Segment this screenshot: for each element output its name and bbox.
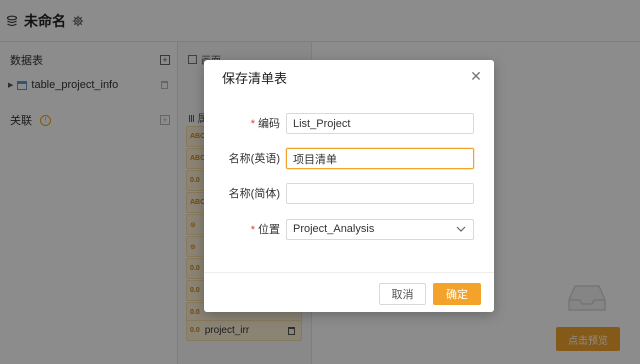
location-row: * 位置 Project_Analysis [204, 219, 494, 241]
save-list-dialog: 保存清单表 ✕ *编码 名称(英语) 名称(简体) *位置 Project_An… [204, 60, 494, 312]
required-mark: * [250, 118, 255, 130]
code-label-text: 编码 [258, 118, 280, 130]
name-en-input[interactable] [286, 148, 474, 169]
code-row: * 编码 [204, 113, 494, 135]
confirm-button[interactable]: 确定 [433, 283, 481, 305]
name-zh-input[interactable] [286, 183, 474, 204]
code-input[interactable] [286, 113, 474, 134]
dialog-footer: 取消 确定 [204, 272, 494, 312]
location-select-value: Project_Analysis [293, 223, 375, 235]
name-zh-label-text: 名称(简体) [228, 188, 280, 200]
name-en-label-text: 名称(英语) [228, 153, 280, 165]
name-en-label: 名称(英语) [204, 148, 282, 170]
chevron-down-icon[interactable] [456, 225, 466, 233]
location-select[interactable]: Project_Analysis [286, 219, 474, 240]
dialog-header: 保存清单表 ✕ [204, 60, 494, 94]
dialog-title: 保存清单表 [222, 70, 288, 86]
required-mark: * [250, 224, 255, 236]
name-zh-row: 名称(简体) [204, 183, 494, 205]
location-label: * 位置 [204, 219, 282, 241]
code-label: * 编码 [204, 113, 282, 135]
name-en-row: 名称(英语) [204, 148, 494, 170]
cancel-button[interactable]: 取消 [379, 283, 426, 305]
close-icon[interactable]: ✕ [468, 68, 484, 84]
name-zh-label: 名称(简体) [204, 183, 282, 205]
location-label-text: 位置 [258, 224, 280, 236]
